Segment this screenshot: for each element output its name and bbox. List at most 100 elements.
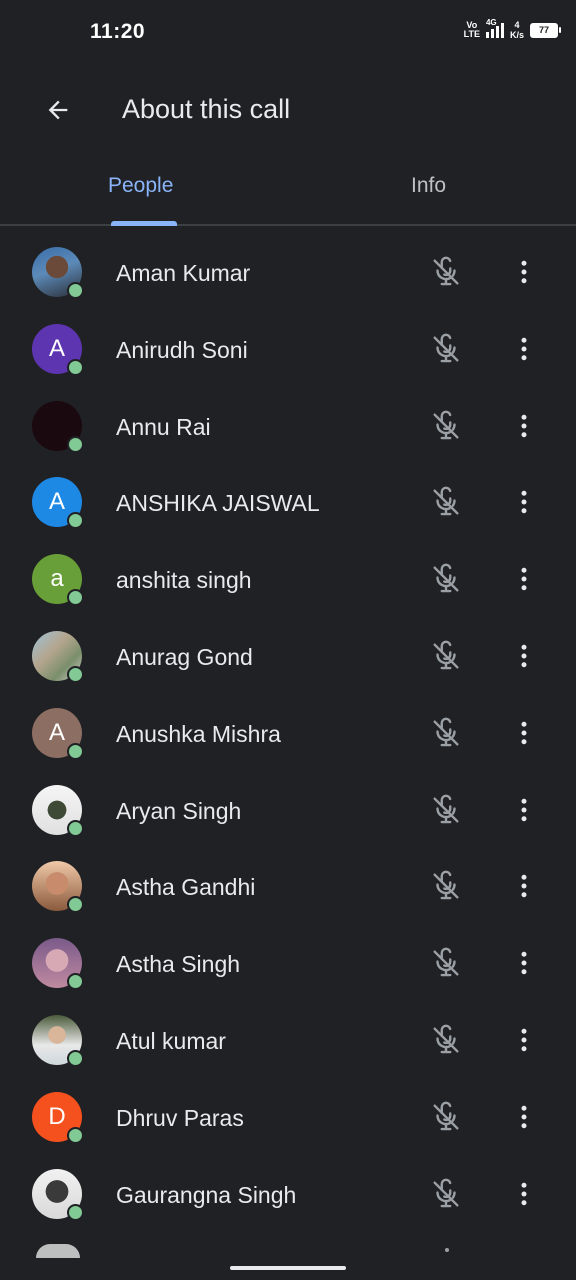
status-bar: 11:20 Vo LTE 4G 4 K/s 77	[0, 0, 576, 66]
arrow-back-icon	[48, 100, 68, 120]
participant-row[interactable]: Anurag Gond	[0, 618, 576, 695]
mic-off-icon	[433, 794, 459, 823]
participant-row[interactable]: Gaurangna Singh	[0, 1156, 576, 1233]
participant-row[interactable]: Atul kumar	[0, 1002, 576, 1079]
participant-row[interactable]: A Anushka Mishra	[0, 695, 576, 772]
participant-name: Dhruv Paras	[116, 1104, 244, 1131]
mic-button[interactable]	[428, 331, 464, 367]
more-options-button[interactable]	[506, 792, 542, 828]
avatar	[32, 861, 84, 914]
avatar: a	[32, 554, 84, 607]
mic-button[interactable]	[428, 638, 464, 674]
avatar-initial: D	[48, 1102, 66, 1130]
more-options-button[interactable]	[506, 1099, 542, 1135]
more-options-button[interactable]	[506, 715, 542, 751]
more-vert-icon	[521, 414, 527, 437]
mic-off-icon	[433, 947, 459, 977]
speed-unit: K/s	[509, 30, 524, 40]
more-vert-icon	[521, 491, 527, 514]
participant-name: Anirudh Soni	[116, 336, 248, 363]
participant-row[interactable]: D Dhruv Paras	[0, 1079, 576, 1156]
mic-button[interactable]	[428, 868, 464, 904]
participant-row[interactable]: Annu Rai	[0, 388, 576, 465]
avatar	[32, 247, 84, 299]
partial-icon	[445, 1248, 449, 1252]
mic-off-icon	[433, 640, 459, 670]
back-button[interactable]	[34, 88, 82, 132]
avatar: A	[32, 323, 84, 376]
avatar	[32, 938, 84, 991]
presence-indicator	[67, 665, 84, 683]
mic-button[interactable]	[428, 715, 464, 751]
screen: 11:20 Vo LTE 4G 4 K/s 77 About this call…	[0, 0, 576, 1280]
mic-button[interactable]	[428, 1176, 464, 1212]
avatar	[32, 1168, 84, 1221]
tab-bar: People Info	[0, 154, 576, 226]
more-vert-icon	[521, 1182, 527, 1205]
participant-list: Aman Kumar A Anirudh Soni Annu Rai A ANS…	[0, 234, 576, 1232]
participant-row[interactable]: Astha Singh	[0, 925, 576, 1002]
presence-indicator	[67, 973, 84, 991]
participant-row[interactable]: A Anirudh Soni	[0, 311, 576, 388]
mic-button[interactable]	[428, 254, 464, 290]
more-options-button[interactable]	[506, 408, 542, 444]
participant-row[interactable]: a anshita singh	[0, 541, 576, 618]
mic-off-icon	[433, 563, 459, 593]
status-time: 11:20	[90, 20, 146, 43]
participant-row[interactable]: Aman Kumar	[0, 234, 576, 311]
mic-button[interactable]	[428, 484, 464, 520]
avatar	[32, 784, 84, 837]
mic-button[interactable]	[428, 792, 464, 828]
more-vert-icon	[521, 644, 527, 668]
page-title: About this call	[122, 94, 291, 124]
avatar-initial: A	[48, 488, 65, 516]
mic-button[interactable]	[428, 1022, 464, 1058]
more-options-button[interactable]	[506, 945, 542, 981]
more-vert-icon	[521, 337, 527, 361]
volte-bottom: LTE	[463, 29, 480, 39]
presence-indicator	[67, 512, 84, 530]
participant-name: Atul kumar	[116, 1027, 226, 1054]
mic-off-icon	[433, 1024, 459, 1054]
home-indicator[interactable]	[230, 1266, 346, 1270]
signal-icon: 4G	[485, 18, 504, 38]
presence-indicator	[67, 282, 84, 299]
participant-name: Anurag Gond	[116, 643, 253, 670]
participant-row[interactable]: A ANSHIKA JAISWAL	[0, 464, 576, 541]
presence-indicator	[67, 1049, 84, 1067]
more-vert-icon	[521, 567, 527, 591]
more-options-button[interactable]	[506, 561, 542, 597]
more-options-button[interactable]	[506, 868, 542, 904]
more-vert-icon	[521, 1028, 527, 1052]
more-vert-icon	[521, 1105, 527, 1129]
more-options-button[interactable]	[506, 484, 542, 520]
battery-level: 77	[538, 25, 549, 35]
network-speed: 4 K/s	[510, 20, 524, 40]
participant-row[interactable]: Astha Gandhi	[0, 848, 576, 925]
tab-info[interactable]: Info	[411, 174, 446, 198]
mic-off-icon	[433, 1178, 459, 1207]
tab-people[interactable]: People	[108, 174, 173, 198]
more-vert-icon	[521, 260, 527, 284]
battery-icon: 77	[530, 22, 561, 38]
app-bar: About this call	[0, 66, 576, 154]
mic-button[interactable]	[428, 408, 464, 444]
more-vert-icon	[521, 721, 527, 745]
mic-button[interactable]	[428, 1099, 464, 1135]
more-options-button[interactable]	[506, 1022, 542, 1058]
mic-off-icon	[433, 410, 459, 439]
participant-name: Annu Rai	[116, 413, 211, 440]
avatar	[32, 1014, 84, 1067]
participant-row[interactable]: Aryan Singh	[0, 772, 576, 849]
more-options-button[interactable]	[506, 638, 542, 674]
participant-name: Astha Singh	[116, 951, 241, 978]
participant-name: anshita singh	[116, 567, 252, 594]
more-options-button[interactable]	[506, 254, 542, 290]
participant-name: Aman Kumar	[116, 260, 251, 286]
more-options-button[interactable]	[506, 1176, 542, 1212]
more-vert-icon	[521, 951, 527, 975]
more-options-button[interactable]	[506, 331, 542, 367]
mic-button[interactable]	[428, 561, 464, 597]
presence-indicator	[67, 435, 84, 453]
mic-button[interactable]	[428, 945, 464, 981]
